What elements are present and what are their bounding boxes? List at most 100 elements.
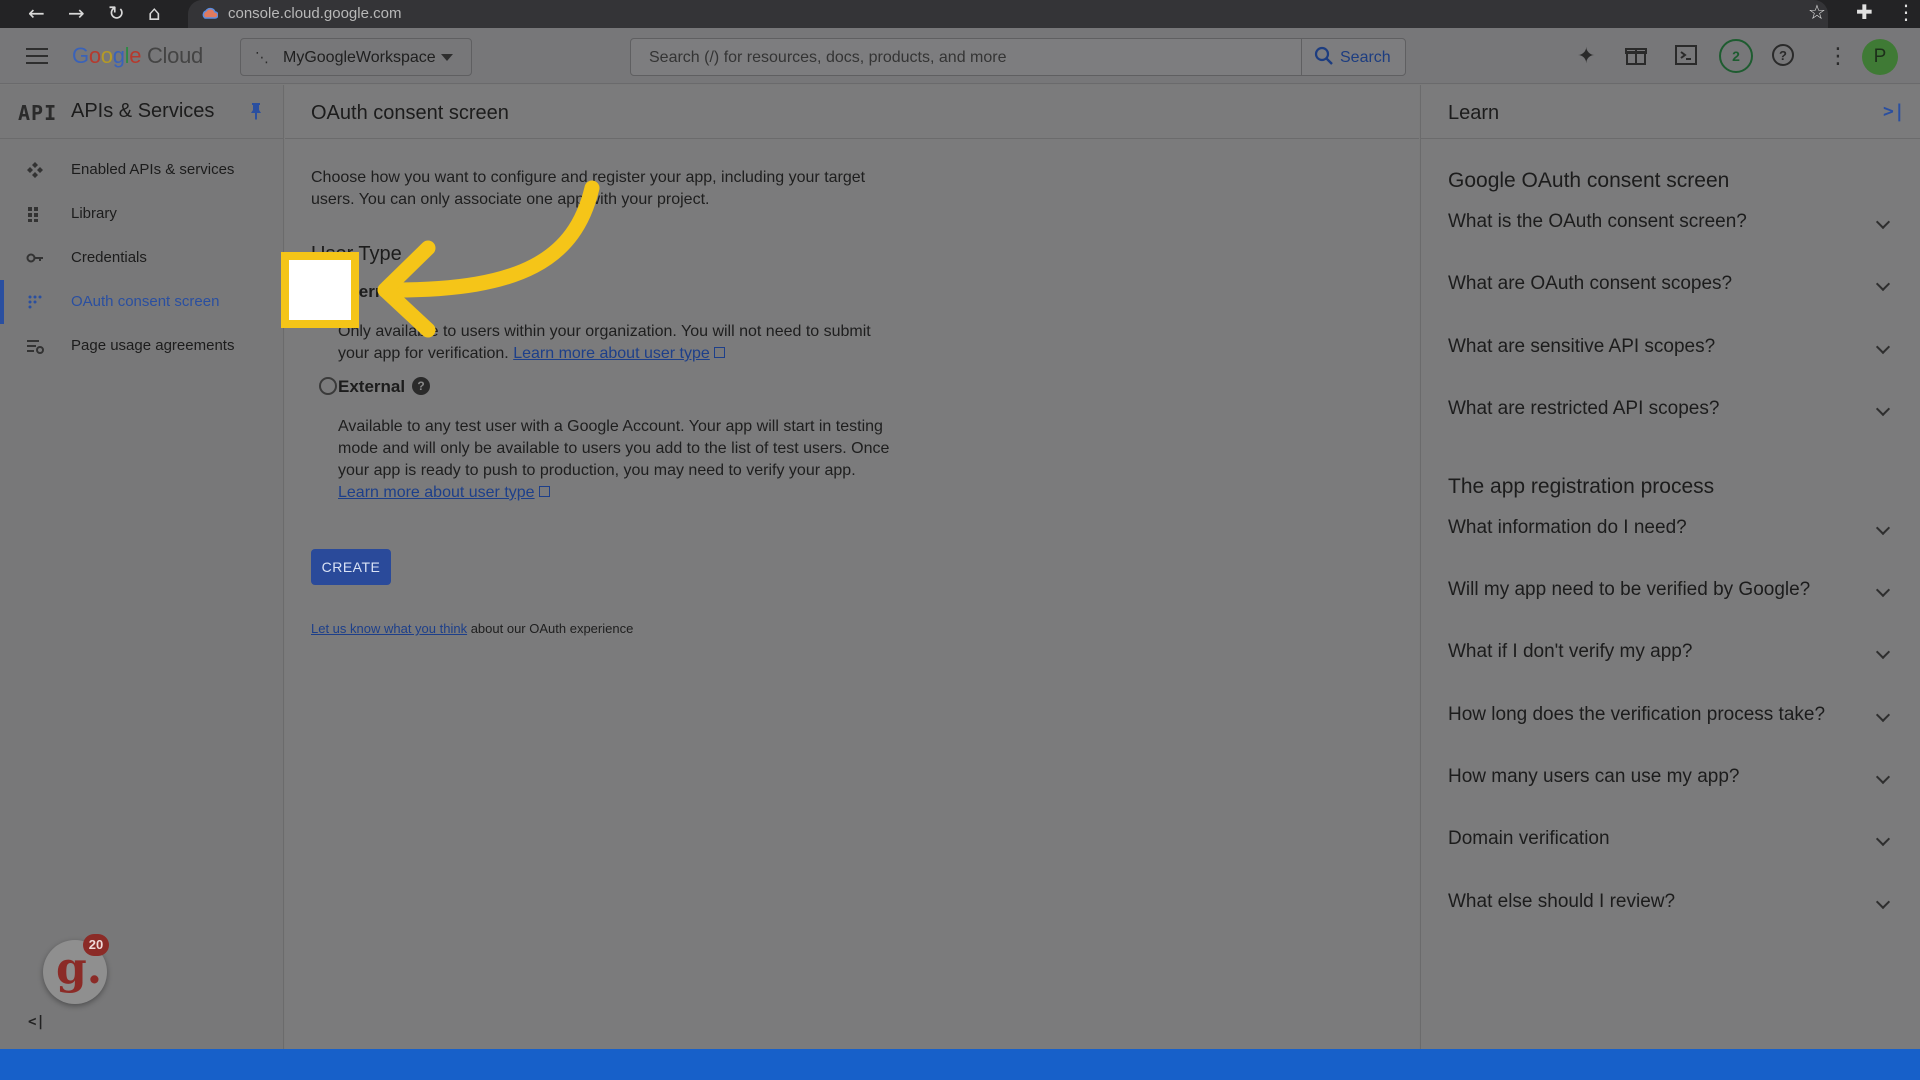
gift-icon[interactable] xyxy=(1624,43,1648,67)
help-circle-icon[interactable]: ? xyxy=(412,377,430,395)
faq-item[interactable]: What is the OAuth consent screen? xyxy=(1448,207,1898,239)
library-icon xyxy=(28,207,38,222)
page-title: OAuth consent screen xyxy=(311,102,509,124)
faq-item[interactable]: What are OAuth consent scopes? xyxy=(1448,269,1898,301)
faq-item[interactable]: What information do I need? xyxy=(1448,513,1898,545)
feedback-text: Let us know what you think about our OAu… xyxy=(311,621,633,636)
sidebar-item-library[interactable]: Library xyxy=(0,192,284,236)
sidebar-item-label: Page usage agreements xyxy=(71,337,235,354)
tutorial-highlight-box xyxy=(281,252,359,328)
sidebar-title: APIs & Services xyxy=(71,100,215,122)
close-panel-icon[interactable]: >| xyxy=(1883,101,1905,122)
sidebar-item-label: OAuth consent screen xyxy=(71,293,220,310)
faq-question: What are sensitive API scopes? xyxy=(1448,336,1716,357)
caret-down-icon xyxy=(441,54,453,61)
chevron-down-icon xyxy=(1875,339,1891,355)
external-desc-text: Available to any test user with a Google… xyxy=(338,418,890,479)
consent-icon xyxy=(28,295,42,309)
main-header: OAuth consent screen xyxy=(285,85,1419,139)
faq-question: What information do I need? xyxy=(1448,517,1687,538)
pin-icon[interactable] xyxy=(249,102,263,120)
external-description: Available to any test user with a Google… xyxy=(338,416,898,504)
learn-panel: Learn >| Google OAuth consent screen Wha… xyxy=(1420,85,1920,1049)
project-picker[interactable]: ⋱ MyGoogleWorkspace xyxy=(240,38,472,76)
forward-icon[interactable]: → xyxy=(68,2,85,24)
reload-icon[interactable]: ↻ xyxy=(108,2,125,24)
faq-item[interactable]: What if I don't verify my app? xyxy=(1448,637,1898,669)
faq-item[interactable]: What are sensitive API scopes? xyxy=(1448,332,1898,364)
feedback-rest: about our OAuth experience xyxy=(467,621,634,636)
sidebar: API APIs & Services Enabled APIs & servi… xyxy=(0,85,284,1049)
search-icon xyxy=(1314,46,1333,65)
faq-question: Will my app need to be verified by Googl… xyxy=(1448,579,1811,600)
api-logo: API xyxy=(18,101,58,125)
logo-letter: g xyxy=(112,43,125,68)
agreements-icon xyxy=(27,340,44,354)
chevron-down-icon xyxy=(1875,401,1891,417)
chevron-down-icon xyxy=(1875,707,1891,723)
sidebar-item-label: Enabled APIs & services xyxy=(71,161,235,178)
enabled-apis-icon xyxy=(27,162,43,178)
search-input[interactable]: Search (/) for resources, docs, products… xyxy=(649,49,1006,67)
guidde-extension-badge[interactable]: g. 20 xyxy=(43,934,109,1004)
faq-item[interactable]: Will my app need to be verified by Googl… xyxy=(1448,575,1898,607)
faq-item[interactable]: How many users can use my app? xyxy=(1448,762,1898,794)
search-button[interactable]: Search xyxy=(1301,39,1405,75)
sidebar-item-label: Credentials xyxy=(71,249,147,266)
back-icon[interactable]: ← xyxy=(28,2,45,24)
section-heading: The app registration process xyxy=(1448,475,1715,498)
faq-question: What else should I review? xyxy=(1448,891,1676,912)
faq-question: What are restricted API scopes? xyxy=(1448,398,1720,419)
help-icon[interactable]: ? xyxy=(1771,43,1795,67)
intro-text: Choose how you want to configure and reg… xyxy=(311,169,866,208)
faq-question: What are OAuth consent scopes? xyxy=(1448,273,1733,294)
external-link-icon xyxy=(713,347,725,358)
external-radio[interactable] xyxy=(319,377,337,395)
chevron-down-icon xyxy=(1875,769,1891,785)
internal-learn-more-link[interactable]: Learn more about user type xyxy=(513,345,710,362)
sidebar-item-page-usage-agreements[interactable]: Page usage agreements xyxy=(0,324,284,368)
sidebar-item-label: Library xyxy=(71,205,117,222)
chevron-down-icon xyxy=(1875,520,1891,536)
sidebar-item-credentials[interactable]: Credentials xyxy=(0,236,284,280)
create-button[interactable]: CREATE xyxy=(311,549,391,585)
cloud-shell-terminal-icon[interactable] xyxy=(1674,43,1698,67)
feedback-link[interactable]: Let us know what you think xyxy=(311,621,467,636)
more-options-icon[interactable]: ⋮ xyxy=(1827,45,1849,69)
google-cloud-favicon-icon xyxy=(202,7,218,19)
faq-item[interactable]: What else should I review? xyxy=(1448,887,1898,919)
avatar[interactable]: P xyxy=(1862,39,1898,75)
external-learn-more-link[interactable]: Learn more about user type xyxy=(338,484,535,501)
faq-item[interactable]: What are restricted API scopes? xyxy=(1448,394,1898,426)
sidebar-item-enabled-apis[interactable]: Enabled APIs & services xyxy=(0,148,284,192)
extensions-icon[interactable]: ✚ xyxy=(1856,0,1873,24)
chevron-down-icon xyxy=(1875,831,1891,847)
external-label[interactable]: External xyxy=(338,377,405,397)
console-header: Google Cloud ⋱ MyGoogleWorkspace Search … xyxy=(0,28,1920,84)
sidebar-item-oauth-consent-screen[interactable]: OAuth consent screen xyxy=(0,280,284,324)
faq-question: How many users can use my app? xyxy=(1448,766,1740,787)
bookmark-star-icon[interactable]: ☆ xyxy=(1808,0,1826,24)
collapse-sidebar-icon[interactable]: <| xyxy=(28,1014,45,1030)
address-bar[interactable]: console.cloud.google.com xyxy=(188,0,1828,28)
home-icon[interactable]: ⌂ xyxy=(148,2,161,24)
logo-cloud-text: Cloud xyxy=(146,43,203,68)
learn-header: Learn >| xyxy=(1421,85,1920,139)
faq-item[interactable]: Domain verification xyxy=(1448,824,1898,856)
faq-item[interactable]: How long does the verification process t… xyxy=(1448,700,1898,732)
chevron-down-icon xyxy=(1875,894,1891,910)
sidebar-header: API APIs & Services xyxy=(0,85,284,139)
google-cloud-logo[interactable]: Google Cloud xyxy=(72,43,203,69)
search-box[interactable]: Search (/) for resources, docs, products… xyxy=(630,38,1406,76)
svg-text:?: ? xyxy=(1779,48,1787,63)
faq-question: How long does the verification process t… xyxy=(1448,704,1826,725)
chevron-down-icon xyxy=(1875,276,1891,292)
learn-title: Learn xyxy=(1448,102,1500,124)
browser-menu-icon[interactable]: ⋮ xyxy=(1896,0,1916,24)
gemini-icon[interactable]: ✦ xyxy=(1577,45,1595,69)
hamburger-menu-icon[interactable] xyxy=(26,48,48,64)
chevron-down-icon xyxy=(1875,582,1891,598)
logo-letter: e xyxy=(129,43,142,68)
faq-question: Domain verification xyxy=(1448,828,1610,849)
notifications-badge[interactable]: 2 xyxy=(1719,39,1753,73)
